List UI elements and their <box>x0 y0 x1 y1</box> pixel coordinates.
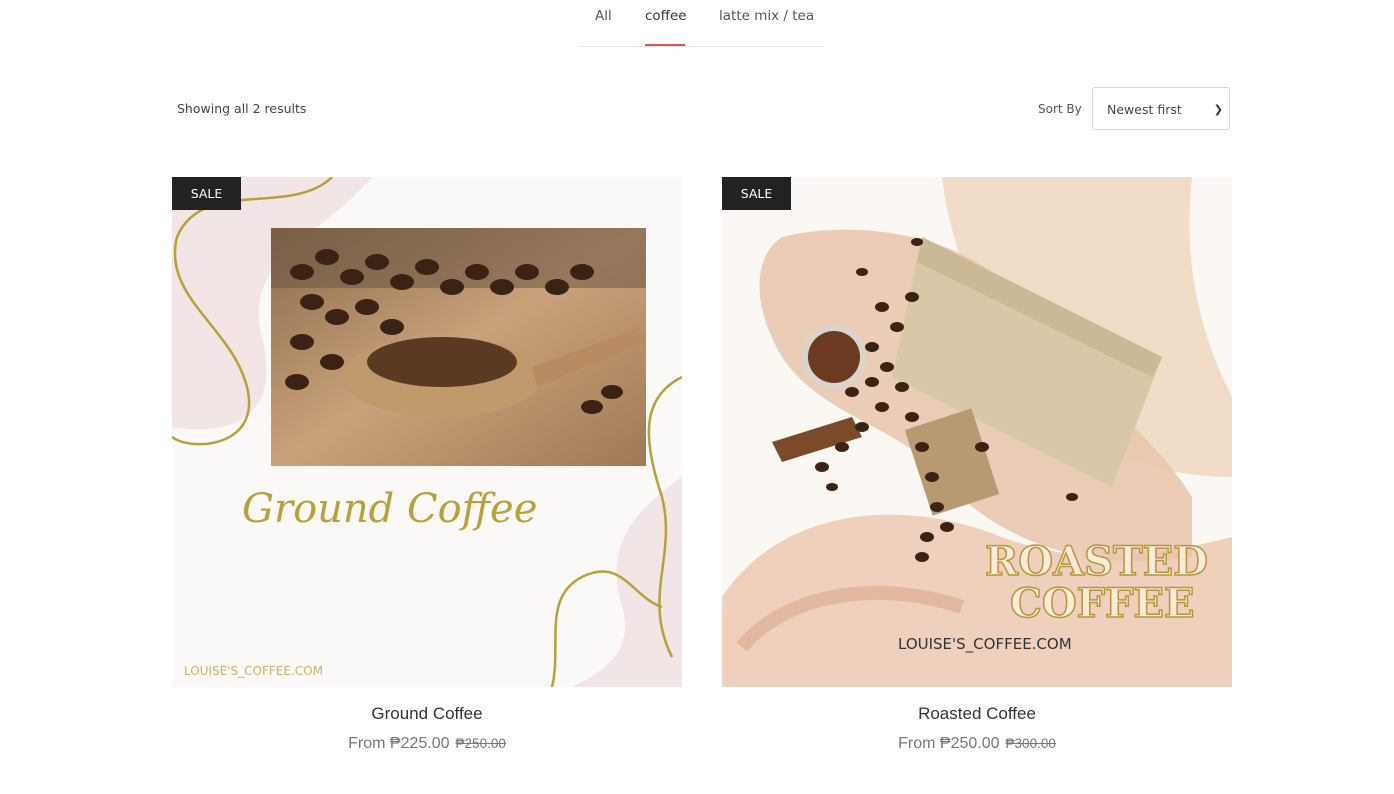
image-title-line2: COFFEE <box>1010 580 1194 627</box>
image-title-line1: ROASTED <box>985 538 1208 585</box>
product-price: From ₱250.00 ₱300.00 <box>722 735 1232 753</box>
current-price: From ₱250.00 <box>898 735 1000 752</box>
product-card-ground-coffee[interactable]: SALE Ground Coffee LOUISE'S_COFFEE.COM G… <box>172 177 682 753</box>
current-price: From ₱225.00 <box>348 735 450 752</box>
image-footer-text: LOUISE'S_COFFEE.COM <box>184 664 323 678</box>
tab-latte-mix-tea[interactable]: latte mix / tea <box>719 8 814 24</box>
product-price: From ₱225.00 ₱250.00 <box>172 735 682 753</box>
product-image-roasted-coffee[interactable]: SALE ROASTED COFFEE LOUISE'S_COFFEE.COM <box>722 177 1232 687</box>
tab-coffee[interactable]: coffee <box>645 8 687 24</box>
results-count: Showing all 2 results <box>177 101 307 116</box>
sort-label: Sort By <box>1038 102 1082 116</box>
chevron-down-icon: ❯ <box>1213 103 1223 116</box>
image-title-text: Ground Coffee <box>242 486 537 532</box>
category-tabs: All coffee latte mix / tea <box>579 0 824 47</box>
product-title[interactable]: Roasted Coffee <box>722 704 1232 724</box>
ground-coffee-artwork: Ground Coffee LOUISE'S_COFFEE.COM <box>172 177 682 687</box>
old-price: ₱250.00 <box>455 736 506 751</box>
product-title[interactable]: Ground Coffee <box>172 704 682 724</box>
old-price: ₱300.00 <box>1005 736 1056 751</box>
sort-select-value: Newest first <box>1107 102 1182 117</box>
product-image-ground-coffee[interactable]: SALE Ground Coffee LOUISE'S_COFFEE.COM <box>172 177 682 687</box>
active-tab-indicator <box>645 44 685 46</box>
sale-badge: SALE <box>722 177 791 210</box>
roasted-coffee-artwork: ROASTED COFFEE LOUISE'S_COFFEE.COM <box>722 177 1232 687</box>
sort-select[interactable]: Newest first ❯ <box>1092 87 1230 130</box>
image-footer-text: LOUISE'S_COFFEE.COM <box>898 635 1072 654</box>
product-card-roasted-coffee[interactable]: SALE ROASTED COFFEE LOUISE'S_COFFEE.COM … <box>722 177 1232 753</box>
tab-all[interactable]: All <box>595 8 612 24</box>
sale-badge: SALE <box>172 177 241 210</box>
